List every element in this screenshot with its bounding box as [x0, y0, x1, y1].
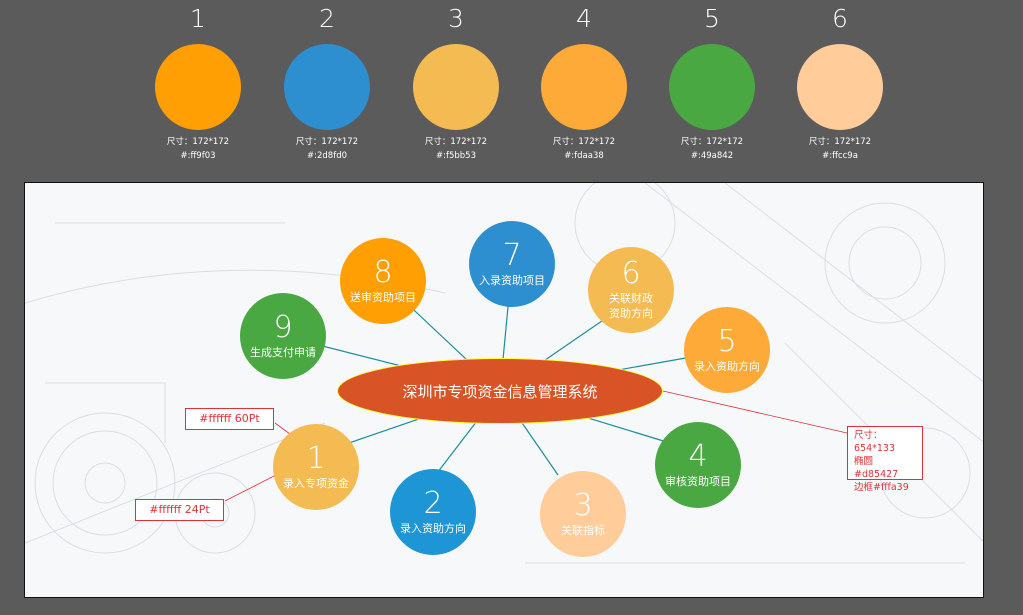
swatch-number: 1: [190, 4, 206, 33]
node-label: 录入资助方向: [400, 521, 466, 535]
node-number: 5: [717, 323, 737, 359]
node-number: 3: [573, 487, 593, 523]
swatch-circle: [669, 44, 755, 130]
swatch-size: 尺寸：172*172: [808, 137, 872, 147]
swatch-circle: [541, 44, 627, 130]
swatch-number: 6: [832, 4, 848, 33]
node-number: 4: [688, 438, 708, 474]
swatch-hex: #:f5bb53: [436, 151, 476, 161]
swatch-1: 1 尺寸：172*172 #:ff9f03: [133, 0, 263, 170]
node-label: 送审资助项目: [350, 290, 416, 304]
swatch-circle: [413, 44, 499, 130]
node-6: 6 关联财政 资助方向: [588, 247, 674, 333]
node-number: 6: [621, 256, 641, 291]
swatch-hex: #:49a842: [690, 151, 734, 161]
swatch-hex: #:fdaa38: [564, 151, 604, 161]
annotation-leader: [224, 472, 281, 502]
swatch-2: 2 尺寸：172*172 #:2d8fd0: [262, 0, 392, 170]
node-2: 2 录入资助方向: [390, 469, 476, 555]
ellipse-border-text: 边框#fffa39: [854, 482, 909, 493]
node-4: 4 审核资助项目: [655, 422, 741, 508]
node-1: 1 录入专项资金: [273, 424, 359, 510]
swatch-circle: [284, 44, 370, 130]
swatch-size: 尺寸：172*172: [680, 137, 744, 147]
node-9: 9 生成支付申请: [240, 293, 326, 379]
swatch-size: 尺寸：172*172: [166, 137, 230, 147]
swatch-number: 4: [576, 4, 592, 33]
swatch-circle: [797, 44, 883, 130]
node-number: 1: [306, 440, 326, 476]
swatch-size: 尺寸：172*172: [295, 137, 359, 147]
swatch-hex: #:ff9f03: [180, 151, 216, 161]
diagram-panel: 深圳市专项资金信息管理系统 1 录入专项资金 2 录入资助方向 3 关联指标 4…: [24, 182, 984, 598]
ellipse-size-text: 尺寸：654*133: [854, 430, 896, 454]
node-7: 7 入录资助项目: [469, 221, 555, 307]
node-number: 9: [273, 309, 293, 345]
node-number: 8: [373, 254, 393, 290]
swatch-5: 5 尺寸：172*172 #:49a842: [647, 0, 777, 170]
swatch-size: 尺寸：172*172: [552, 137, 616, 147]
system-ellipse: 深圳市专项资金信息管理系统: [337, 358, 663, 424]
node-8: 8 送审资助项目: [340, 238, 426, 324]
swatch-6: 6 尺寸：172*172 #:ffcc9a: [775, 0, 905, 170]
ellipse-spec-annotation: 尺寸：654*133 椭圆#d85427 边框#fffa39: [847, 426, 923, 493]
swatch-circle: [155, 44, 241, 130]
swatch-hex: #:ffcc9a: [822, 151, 858, 161]
node-3: 3 关联指标: [540, 471, 626, 557]
ellipse-color-text: 椭圆#d85427: [854, 456, 899, 480]
node-label: 入录资助项目: [479, 273, 545, 287]
swatch-4: 4 尺寸：172*172 #:fdaa38: [519, 0, 649, 170]
swatch-number: 2: [319, 4, 335, 33]
node-label: 关联指标: [561, 523, 605, 537]
swatch-3: 3 尺寸：172*172 #:f5bb53: [391, 0, 521, 170]
swatch-hex: #:2d8fd0: [307, 151, 347, 161]
node-5: 5 录入资助方向: [684, 307, 770, 393]
node-label: 审核资助项目: [665, 474, 731, 488]
node-label: 录入资助方向: [694, 359, 760, 373]
swatch-size: 尺寸：172*172: [424, 137, 488, 147]
swatch-number: 3: [448, 4, 464, 33]
label-font-annotation: #ffffff 24Pt: [135, 499, 224, 521]
node-number: 2: [423, 485, 443, 521]
number-font-annotation: #ffffff 60Pt: [185, 408, 274, 430]
swatch-number: 5: [704, 4, 720, 33]
node-label: 关联财政 资助方向: [609, 292, 653, 320]
node-label: 生成支付申请: [250, 345, 316, 359]
node-label: 录入专项资金: [283, 476, 349, 490]
node-number: 7: [502, 237, 522, 273]
